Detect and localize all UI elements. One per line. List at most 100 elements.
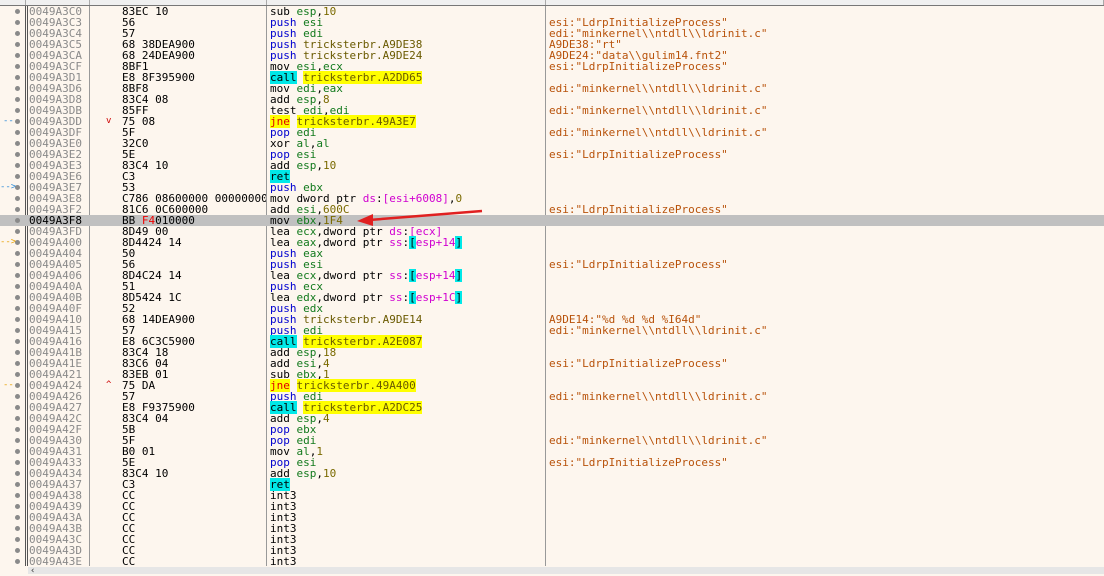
breakpoint-dot-icon[interactable]	[15, 515, 20, 520]
comment-cell: esi:"LdrpInitializeProcess"	[549, 357, 728, 370]
table-row[interactable]: 0049A427 E8 F9375900 call tricksterbr.A2DC…	[0, 401, 1104, 414]
breakpoint-dot-icon[interactable]	[15, 416, 20, 421]
breakpoint-dot-icon[interactable]	[15, 262, 20, 267]
breakpoint-dot-icon[interactable]	[15, 86, 20, 91]
breakpoint-dot-icon[interactable]	[15, 20, 20, 25]
horizontal-scrollbar[interactable]	[28, 567, 1104, 574]
breakpoint-dot-icon[interactable]	[15, 9, 20, 14]
breakpoint-dot-icon[interactable]	[15, 42, 20, 47]
breakpoint-dot-icon[interactable]	[15, 130, 20, 135]
breakpoint-dot-icon[interactable]	[15, 218, 20, 223]
table-row[interactable]: --> 0049A400 8D4424 14 lea eax,dword ptr ss…	[0, 236, 1104, 249]
table-row[interactable]: 0049A426 57 push edi edi:"minkernel\\ntdll\…	[0, 391, 1104, 402]
header-comments[interactable]	[546, 0, 1104, 5]
bytes-cell: E8 F9375900	[122, 402, 195, 413]
breakpoint-dot-icon[interactable]	[15, 108, 20, 113]
breakpoint-dot-icon[interactable]	[15, 559, 20, 564]
breakpoint-dot-icon[interactable]	[15, 240, 20, 245]
breakpoint-dot-icon[interactable]	[15, 75, 20, 80]
breakpoint-dot-icon[interactable]	[15, 383, 20, 388]
breakpoint-dot-icon[interactable]	[15, 438, 20, 443]
table-row[interactable]: 0049A421 83EB 01 sub ebx,1	[0, 369, 1104, 380]
breakpoint-dot-icon[interactable]	[15, 152, 20, 157]
breakpoint-dot-icon[interactable]	[15, 548, 20, 553]
breakpoint-dot-icon[interactable]	[15, 394, 20, 399]
table-row[interactable]: 0049A40B 8D5424 1C lea edx,dword ptr ss:[e…	[0, 291, 1104, 304]
comment-cell: edi:"minkernel\\ntdll\\ldrinit.c"	[549, 434, 768, 447]
instruction-cell[interactable]: int3	[270, 556, 297, 567]
breakpoint-dot-icon[interactable]	[15, 141, 20, 146]
table-row[interactable]: 0049A42C 83C4 04 add esp,4	[0, 413, 1104, 424]
table-row[interactable]: 0049A3E6 C3 ret	[0, 170, 1104, 183]
table-row[interactable]: 0049A40A 51 push ecx	[0, 281, 1104, 292]
table-row[interactable]: 0049A3D6 8BF8 mov edi,eax edi:"minkernel\\n…	[0, 83, 1104, 94]
disassembly-listing[interactable]: 0049A3C0 83EC 10 sub esp,10 0049A3C3 56 push …	[0, 6, 1104, 567]
breakpoint-dot-icon[interactable]	[15, 372, 20, 377]
table-row[interactable]: 0049A406 8D4C24 14 lea ecx,dword ptr ss:[e…	[0, 269, 1104, 282]
breakpoint-dot-icon[interactable]	[15, 295, 20, 300]
bytes-cell: 81C6 0C600000	[122, 204, 209, 215]
table-row[interactable]: 0049A43A CC int3	[0, 512, 1104, 523]
table-row[interactable]: 0049A3F2 81C6 0C600000 add esi,600C esi:"Ld…	[0, 204, 1104, 215]
table-row[interactable]: 0049A415 57 push edi edi:"minkernel\\ntdll\…	[0, 325, 1104, 336]
breakpoint-dot-icon[interactable]	[15, 31, 20, 36]
table-row[interactable]: --> 0049A3E7 53 push ebx	[0, 182, 1104, 193]
comment-cell: edi:"minkernel\\ntdll\\ldrinit.c"	[549, 126, 768, 139]
breakpoint-dot-icon[interactable]	[15, 350, 20, 355]
breakpoint-dot-icon[interactable]	[15, 328, 20, 333]
breakpoint-dot-icon[interactable]	[15, 361, 20, 366]
table-row[interactable]: 0049A3E2 5E pop esi esi:"LdrpInitializeProc…	[0, 149, 1104, 160]
header-bytes[interactable]	[90, 0, 267, 5]
breakpoint-dot-icon[interactable]	[15, 317, 20, 322]
table-row[interactable]: 0049A433 5E pop esi esi:"LdrpInitializeProc…	[0, 457, 1104, 468]
breakpoint-dot-icon[interactable]	[15, 284, 20, 289]
table-row[interactable]: 0049A3DB 85FF test edi,edi edi:"minkernel\\…	[0, 105, 1104, 116]
table-row[interactable]: 0049A3DF 5F pop edi edi:"minkernel\\ntdll\\…	[0, 127, 1104, 138]
bytes-cell: 83C6 04	[122, 358, 169, 369]
table-row[interactable]: 0049A416 E8 6C3C5900 call tricksterbr.A2E0…	[0, 335, 1104, 348]
table-row[interactable]: 0049A439 CC int3	[0, 501, 1104, 512]
table-row[interactable]: 0049A43B CC int3	[0, 523, 1104, 534]
breakpoint-dot-icon[interactable]	[15, 196, 20, 201]
bytes-cell: 5E	[122, 149, 136, 160]
breakpoint-dot-icon[interactable]	[15, 526, 20, 531]
breakpoint-dot-icon[interactable]	[15, 174, 20, 179]
breakpoint-dot-icon[interactable]	[15, 427, 20, 432]
breakpoint-dot-icon[interactable]	[15, 119, 20, 124]
breakpoint-dot-icon[interactable]	[15, 482, 20, 487]
breakpoint-dot-icon[interactable]	[15, 471, 20, 476]
breakpoint-dot-icon[interactable]	[15, 251, 20, 256]
breakpoint-dot-icon[interactable]	[15, 504, 20, 509]
breakpoint-dot-icon[interactable]	[15, 163, 20, 168]
breakpoint-dot-icon[interactable]	[15, 53, 20, 58]
breakpoint-dot-icon[interactable]	[15, 460, 20, 465]
breakpoint-dot-icon[interactable]	[15, 229, 20, 234]
breakpoint-dot-icon[interactable]	[15, 97, 20, 102]
breakpoint-dot-icon[interactable]	[15, 339, 20, 344]
table-row[interactable]: 0049A43E CC int3	[0, 556, 1104, 567]
table-row[interactable]: 0049A3CF 8BF1 mov esi,ecx esi:"LdrpInitiali…	[0, 61, 1104, 72]
breakpoint-dot-icon[interactable]	[15, 273, 20, 278]
table-row[interactable]: 0049A41E 83C6 04 add esi,4 esi:"LdrpInitial…	[0, 358, 1104, 369]
table-row[interactable]: 0049A430 5F pop edi edi:"minkernel\\ntdll\\…	[0, 435, 1104, 446]
bytes-cell: BB F4010000	[122, 215, 266, 226]
table-row[interactable]: 0049A43D CC int3	[0, 545, 1104, 556]
table-row[interactable]: 0049A3E3 83C4 10 add esp,10	[0, 160, 1104, 171]
table-row[interactable]: 0049A438 CC int3	[0, 490, 1104, 501]
table-row[interactable]: 0049A3F8 BB F4010000 mov ebx,1F4	[0, 215, 1104, 226]
breakpoint-dot-icon[interactable]	[15, 405, 20, 410]
table-row[interactable]: 0049A3FD 8D49 00 lea ecx,dword ptr ds:[ecx…	[0, 226, 1104, 237]
scroll-left-arrow-icon[interactable]: ‹	[30, 566, 35, 576]
breakpoint-dot-icon[interactable]	[15, 185, 20, 190]
table-row[interactable]: 0049A405 56 push esi esi:"LdrpInitializePro…	[0, 259, 1104, 270]
table-row[interactable]: 0049A437 C3 ret	[0, 478, 1104, 491]
breakpoint-dot-icon[interactable]	[15, 207, 20, 212]
breakpoint-dot-icon[interactable]	[15, 64, 20, 69]
table-row[interactable]: 0049A43C CC int3	[0, 534, 1104, 545]
breakpoint-dot-icon[interactable]	[15, 306, 20, 311]
table-row[interactable]: 0049A434 83C4 10 add esp,10	[0, 468, 1104, 479]
breakpoint-dot-icon[interactable]	[15, 493, 20, 498]
bytes-cell: 83C4 18	[122, 347, 169, 358]
breakpoint-dot-icon[interactable]	[15, 449, 20, 454]
breakpoint-dot-icon[interactable]	[15, 537, 20, 542]
